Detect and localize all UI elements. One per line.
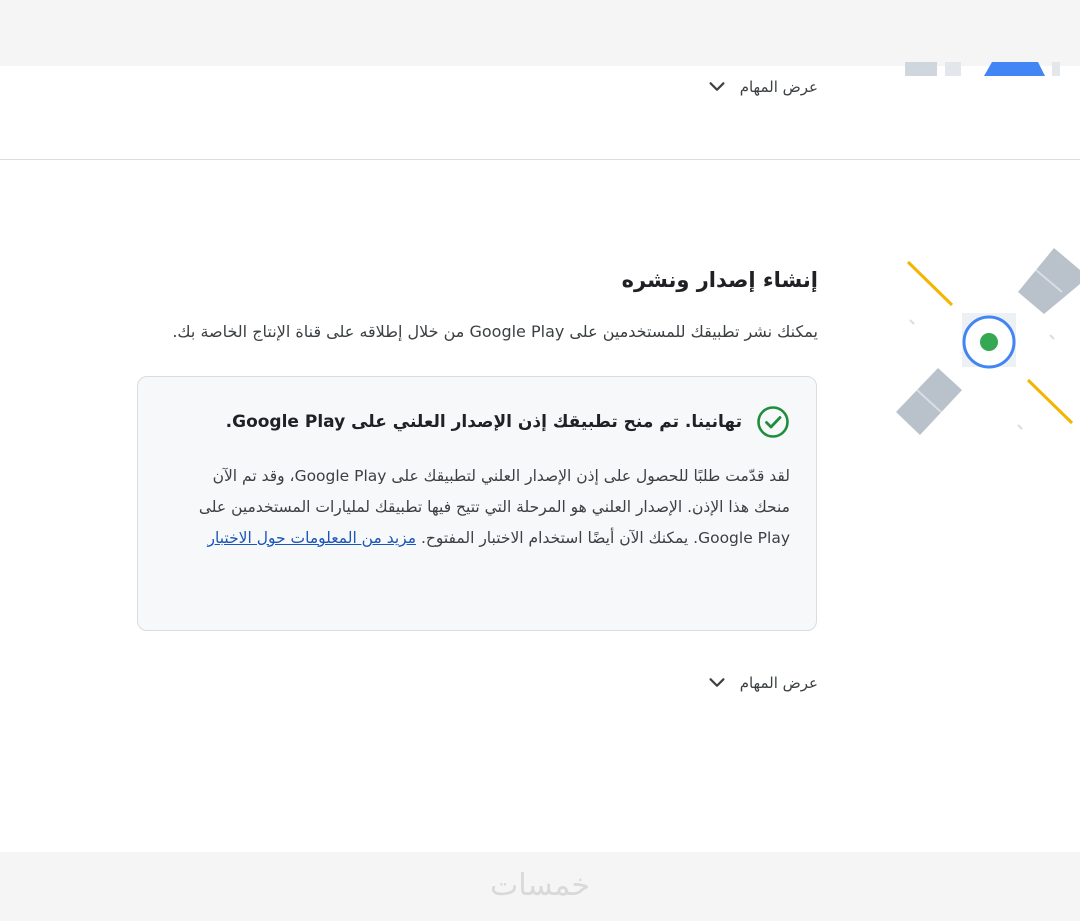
show-tasks-label: عرض المهام [739,78,818,96]
chevron-down-icon [709,82,725,91]
check-circle-icon [757,406,789,438]
top-bar [0,0,1080,66]
satellite-illustration [896,248,1080,435]
watermark-logo: خمسات [489,868,591,903]
approval-notice-title: تهانينا. تم منح تطبيقك إذن الإصدار العلن… [225,412,742,432]
approval-notice-header: تهانينا. تم منح تطبيقك إذن الإصدار العلن… [226,405,790,439]
section-divider [0,159,1080,160]
learn-more-testing-link[interactable]: مزيد من المعلومات حول الاختبار [208,529,416,547]
approval-notice-body: لقد قدّمت طلبًا للحصول على إذن الإصدار ا… [188,461,790,554]
show-tasks-label: عرض المهام [739,674,818,692]
chevron-down-icon [709,678,725,687]
approval-notice-card: تهانينا. تم منح تطبيقك إذن الإصدار العلن… [137,376,817,631]
show-tasks-toggle-bottom[interactable]: عرض المهام [706,672,818,694]
release-section-title: إنشاء إصدار ونشره [621,268,818,292]
show-tasks-toggle-top[interactable]: عرض المهام [706,76,818,98]
satellite-illustration-top [905,62,1060,76]
release-section-description: يمكنك نشر تطبيقك للمستخدمين على Google P… [172,322,818,341]
